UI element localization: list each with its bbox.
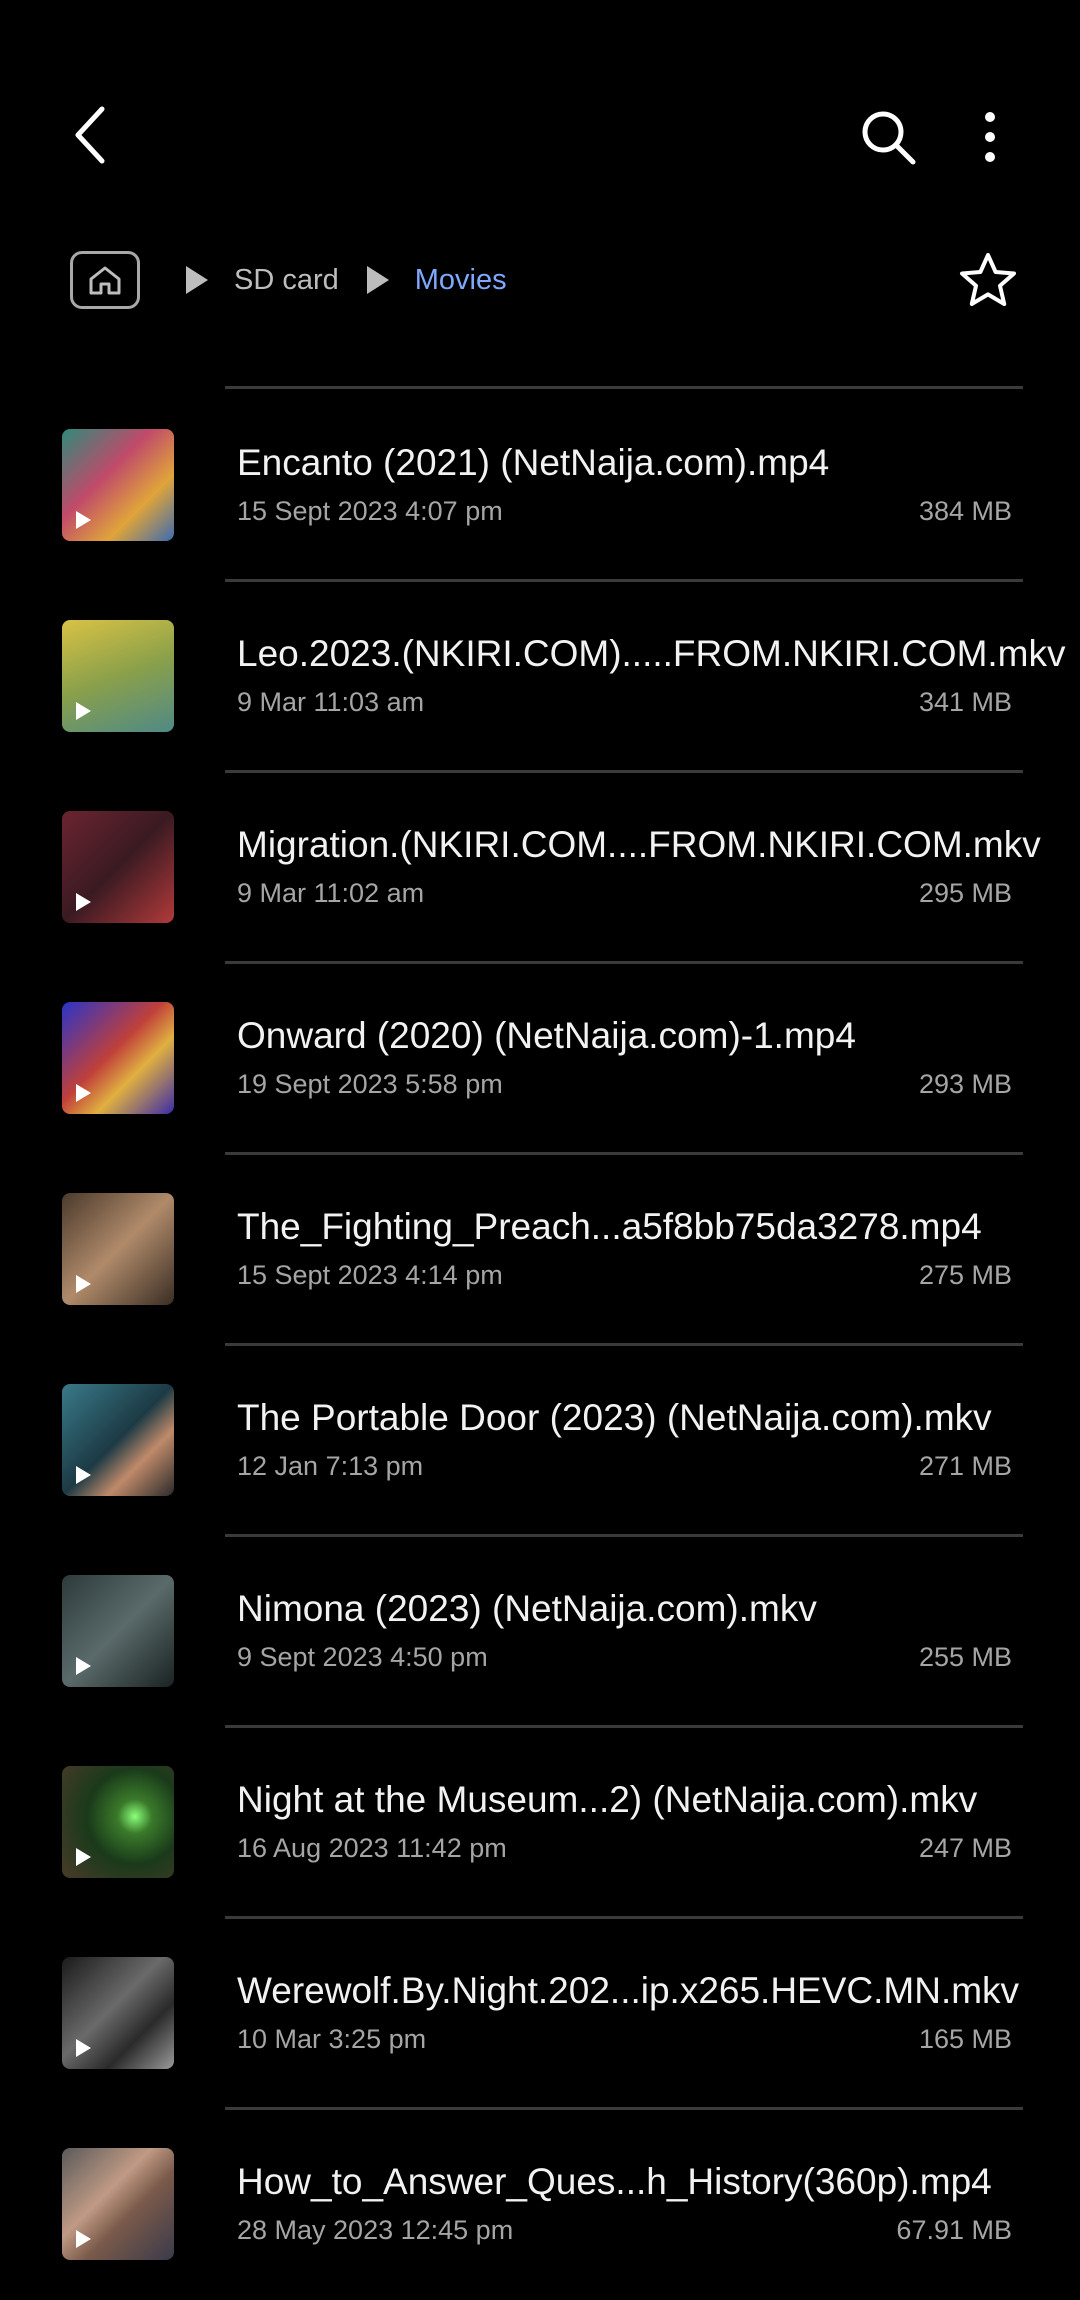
file-date: 9 Sept 2023 4:50 pm — [237, 1642, 488, 1672]
video-thumbnail — [62, 1193, 174, 1305]
file-size: 247 MB — [918, 1833, 1012, 1863]
list-item[interactable]: Nimona (2023) (NetNaija.com).mkv 9 Sept … — [0, 1534, 1080, 1725]
play-icon — [76, 1657, 91, 1675]
file-name: Migration.(NKIRI.COM....FROM.NKIRI.COM.m… — [237, 824, 1041, 865]
file-name: Onward (2020) (NetNaija.com)-1.mp4 — [237, 1015, 856, 1056]
play-icon — [76, 2039, 91, 2057]
file-date: 9 Mar 11:02 am — [237, 878, 425, 908]
video-thumbnail — [62, 1002, 174, 1114]
list-item[interactable]: How_to_Answer_Ques...h_History(360p).mp4… — [0, 2107, 1080, 2298]
file-date: 16 Aug 2023 11:42 pm — [237, 1833, 507, 1863]
file-date: 10 Mar 3:25 pm — [237, 2024, 427, 2054]
list-item[interactable]: The_Fighting_Preach...a5f8bb75da3278.mp4… — [0, 1152, 1080, 1343]
video-thumbnail — [62, 811, 174, 923]
play-icon — [76, 1466, 91, 1484]
file-size: 295 MB — [918, 878, 1012, 908]
breadcrumb: SD card Movies — [70, 245, 507, 315]
file-name: Night at the Museum...2) (NetNaija.com).… — [237, 1779, 978, 1820]
file-size: 341 MB — [918, 687, 1012, 717]
breadcrumb-separator-icon — [366, 266, 389, 294]
list-item[interactable]: Encanto (2021) (NetNaija.com).mp4 15 Sep… — [0, 388, 1080, 579]
play-icon — [76, 1848, 91, 1866]
file-name: Encanto (2021) (NetNaija.com).mp4 — [237, 442, 830, 483]
file-date: 12 Jan 7:13 pm — [237, 1451, 424, 1481]
file-size: 275 MB — [918, 1260, 1012, 1290]
video-thumbnail — [62, 429, 174, 541]
home-icon[interactable] — [70, 251, 140, 309]
file-size: 271 MB — [918, 1451, 1012, 1481]
back-arrow-icon[interactable] — [50, 95, 130, 175]
video-thumbnail — [62, 1384, 174, 1496]
list-item[interactable]: Leo.2023.(NKIRI.COM).....FROM.NKIRI.COM.… — [0, 579, 1080, 770]
file-size: 384 MB — [918, 496, 1012, 526]
file-date: 15 Sept 2023 4:07 pm — [237, 496, 503, 526]
play-icon — [76, 2230, 91, 2248]
play-icon — [76, 702, 91, 720]
search-icon[interactable] — [846, 95, 930, 179]
list-item[interactable]: Onward (2020) (NetNaija.com)-1.mp4 19 Se… — [0, 961, 1080, 1152]
video-thumbnail — [62, 1766, 174, 1878]
file-date: 9 Mar 11:03 am — [237, 687, 425, 717]
file-size: 293 MB — [918, 1069, 1012, 1099]
file-name: Werewolf.By.Night.202...ip.x265.HEVC.MN.… — [237, 1970, 1020, 2011]
file-date: 15 Sept 2023 4:14 pm — [237, 1260, 503, 1290]
file-name: Nimona (2023) (NetNaija.com).mkv — [237, 1588, 817, 1629]
video-thumbnail — [62, 1575, 174, 1687]
file-size: 165 MB — [918, 2024, 1012, 2054]
file-date: 28 May 2023 12:45 pm — [237, 2215, 514, 2245]
list-item[interactable]: Werewolf.By.Night.202...ip.x265.HEVC.MN.… — [0, 1916, 1080, 2107]
file-name: The Portable Door (2023) (NetNaija.com).… — [237, 1397, 992, 1438]
star-icon[interactable] — [955, 248, 1021, 314]
play-icon — [76, 1084, 91, 1102]
file-date: 19 Sept 2023 5:58 pm — [237, 1069, 503, 1099]
file-name: The_Fighting_Preach...a5f8bb75da3278.mp4 — [237, 1206, 982, 1247]
breadcrumb-separator-icon — [186, 266, 208, 294]
breadcrumb-sd-card[interactable]: SD card — [234, 264, 339, 297]
top-app-bar — [0, 0, 1080, 240]
play-icon — [76, 893, 91, 911]
video-thumbnail — [62, 620, 174, 732]
file-name: How_to_Answer_Ques...h_History(360p).mp4 — [237, 2161, 992, 2202]
play-icon — [76, 1275, 91, 1293]
video-thumbnail — [62, 2148, 174, 2260]
file-name: Leo.2023.(NKIRI.COM).....FROM.NKIRI.COM.… — [237, 633, 1066, 674]
file-size: 67.91 MB — [896, 2215, 1012, 2245]
list-item[interactable]: Night at the Museum...2) (NetNaija.com).… — [0, 1725, 1080, 1916]
video-thumbnail — [62, 1957, 174, 2069]
list-item[interactable]: Migration.(NKIRI.COM....FROM.NKIRI.COM.m… — [0, 770, 1080, 961]
breadcrumb-movies[interactable]: Movies — [415, 264, 507, 297]
file-size: 255 MB — [918, 1642, 1012, 1672]
list-item[interactable]: The Portable Door (2023) (NetNaija.com).… — [0, 1343, 1080, 1534]
more-vertical-icon[interactable] — [960, 95, 1020, 179]
play-icon — [76, 511, 91, 529]
